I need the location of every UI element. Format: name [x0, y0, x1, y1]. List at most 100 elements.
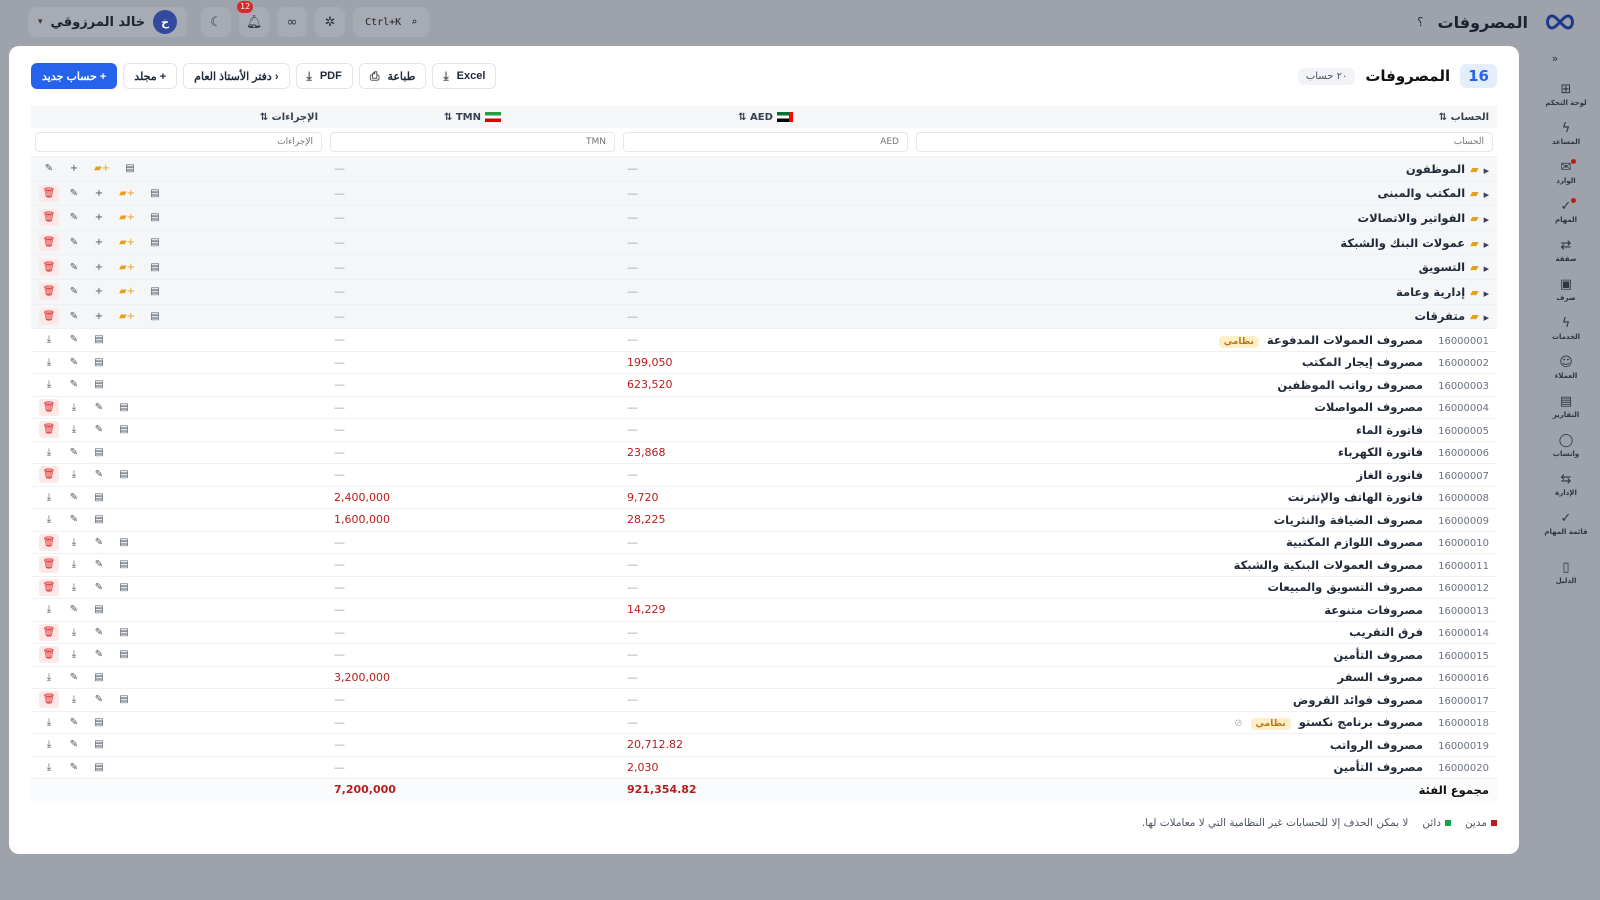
- document-icon[interactable]: ▤: [89, 489, 109, 506]
- account-name[interactable]: مصروف السفر: [1337, 670, 1423, 684]
- document-icon[interactable]: ▤: [114, 556, 134, 573]
- expand-triangle-icon[interactable]: ▶: [1484, 290, 1489, 298]
- table-row[interactable]: 16000005 فاتورة الماء — — 🗑︎ ⤓ ✎ ▤: [31, 418, 1497, 442]
- edit-icon[interactable]: ✎: [89, 421, 109, 438]
- edit-icon[interactable]: ✎: [89, 579, 109, 596]
- document-icon[interactable]: ▤: [114, 466, 134, 483]
- tmn-column-header[interactable]: TMN ⇅: [326, 106, 619, 128]
- download-icon[interactable]: ⤓: [64, 646, 84, 663]
- new-account-button[interactable]: + حساب جديد: [31, 63, 118, 89]
- sidebar-item-inbox[interactable]: ✉ الوارد: [1536, 153, 1596, 192]
- account-name[interactable]: مصروف العمولات البنكية والشبكة: [1234, 558, 1423, 572]
- add-folder-icon[interactable]: ▰+: [114, 234, 140, 251]
- document-icon[interactable]: ▤: [89, 354, 109, 371]
- add-icon[interactable]: +: [89, 234, 109, 251]
- account-name[interactable]: مصروف العمولات المدفوعة: [1267, 333, 1423, 347]
- table-row[interactable]: 16000003 مصروف رواتب الموظفين 623,520 — ⤓…: [31, 373, 1497, 397]
- aed-column-header[interactable]: AED ⇅: [619, 106, 912, 128]
- delete-icon[interactable]: 🗑︎: [39, 209, 59, 227]
- edit-icon[interactable]: ✎: [89, 646, 109, 663]
- sidebar-item-tasks[interactable]: ✓ المهام: [1536, 192, 1596, 231]
- edit-icon[interactable]: ✎: [64, 283, 84, 300]
- delete-icon[interactable]: 🗑︎: [39, 283, 59, 301]
- account-name[interactable]: مصروف رواتب الموظفين: [1277, 378, 1423, 392]
- download-icon[interactable]: ⤓: [64, 466, 84, 483]
- aed-filter-input[interactable]: [623, 132, 908, 152]
- delete-icon[interactable]: 🗑︎: [39, 691, 59, 709]
- sidebar-item-services[interactable]: ϟ الخدمات: [1536, 309, 1596, 348]
- download-icon[interactable]: ⤓: [39, 444, 59, 461]
- edit-icon[interactable]: ✎: [64, 489, 84, 506]
- group-row[interactable]: ▶ ▰ التسويق — — 🗑︎ ✎ + ▰+ ▤: [31, 254, 1497, 280]
- expand-triangle-icon[interactable]: ▶: [1484, 191, 1489, 199]
- delete-icon[interactable]: 🗑︎: [39, 623, 59, 641]
- download-icon[interactable]: ⤓: [39, 376, 59, 393]
- table-row[interactable]: 16000017 مصروف فوائد القروض — — 🗑︎ ⤓ ✎ ▤: [31, 688, 1497, 712]
- table-row[interactable]: 16000014 فرق التقريب — — 🗑︎ ⤓ ✎ ▤: [31, 621, 1497, 645]
- table-row[interactable]: 16000007 فاتورة الغاز — — 🗑︎ ⤓ ✎ ▤: [31, 463, 1497, 487]
- download-icon[interactable]: ⤓: [64, 579, 84, 596]
- download-icon[interactable]: ⤓: [39, 714, 59, 731]
- sidebar-item-reports[interactable]: ▤ التقارير: [1536, 387, 1596, 426]
- sidebar-item-assistant[interactable]: ϟ المساعد: [1536, 114, 1596, 153]
- edit-icon[interactable]: ✎: [64, 444, 84, 461]
- document-icon[interactable]: ▤: [89, 601, 109, 618]
- document-icon[interactable]: ▤: [114, 646, 134, 663]
- download-icon[interactable]: ⤓: [39, 736, 59, 753]
- edit-icon[interactable]: ✎: [64, 601, 84, 618]
- document-icon[interactable]: ▤: [89, 714, 109, 731]
- table-row[interactable]: 16000020 مصروف التأمين 2,030 — ⤓ ✎ ▤: [31, 756, 1497, 780]
- account-name[interactable]: فرق التقريب: [1349, 625, 1423, 639]
- document-icon[interactable]: ▤: [89, 736, 109, 753]
- tmn-filter-input[interactable]: [330, 132, 615, 152]
- table-row[interactable]: 16000008 فاتورة الهاتف والإنترنت 9,720 2,…: [31, 486, 1497, 510]
- document-icon[interactable]: ▤: [145, 308, 165, 325]
- table-row[interactable]: 16000019 مصروف الرواتب 20,712.82 — ⤓ ✎ ▤: [31, 733, 1497, 757]
- download-icon[interactable]: ⤓: [39, 511, 59, 528]
- download-icon[interactable]: ⤓: [64, 624, 84, 641]
- download-icon[interactable]: ⤓: [64, 556, 84, 573]
- account-name[interactable]: مصروف الرواتب: [1330, 738, 1423, 752]
- expand-triangle-icon[interactable]: ▶: [1484, 265, 1489, 273]
- edit-icon[interactable]: ✎: [64, 331, 84, 348]
- table-row[interactable]: 16000016 مصروف السفر — 3,200,000 ⤓ ✎ ▤: [31, 666, 1497, 690]
- document-icon[interactable]: ▤: [114, 421, 134, 438]
- account-name[interactable]: مصروف برنامج نكستو: [1299, 715, 1423, 729]
- download-icon[interactable]: ⤓: [39, 601, 59, 618]
- add-folder-icon[interactable]: ▰+: [114, 185, 140, 202]
- table-row[interactable]: 16000009 مصروف الضيافة والنثريات 28,225 1…: [31, 508, 1497, 532]
- link-button[interactable]: ∞: [277, 7, 308, 37]
- account-name[interactable]: مصروف فوائد القروض: [1293, 693, 1423, 707]
- add-icon[interactable]: +: [89, 209, 109, 226]
- table-row[interactable]: 16000013 مصروفات متنوعة 14,229 — ⤓ ✎ ▤: [31, 598, 1497, 622]
- table-row[interactable]: 16000001 مصروف العمولات المدفوعة نظامي — —…: [31, 328, 1497, 352]
- edit-icon[interactable]: ✎: [64, 376, 84, 393]
- delete-icon[interactable]: 🗑︎: [39, 533, 59, 551]
- sidebar-item-exchange[interactable]: ▣ صرف: [1536, 270, 1596, 309]
- edit-icon[interactable]: ✎: [64, 511, 84, 528]
- edit-icon[interactable]: ✎: [64, 308, 84, 325]
- account-name[interactable]: فاتورة الغاز: [1357, 468, 1423, 482]
- document-icon[interactable]: ▤: [145, 209, 165, 226]
- edit-icon[interactable]: ✎: [64, 736, 84, 753]
- delete-icon[interactable]: 🗑︎: [39, 307, 59, 325]
- delete-icon[interactable]: 🗑︎: [39, 398, 59, 416]
- delete-icon[interactable]: 🗑︎: [39, 234, 59, 252]
- account-filter-input[interactable]: [916, 132, 1493, 152]
- download-icon[interactable]: ⤓: [64, 691, 84, 708]
- add-icon[interactable]: +: [89, 283, 109, 300]
- add-folder-icon[interactable]: ▰+: [114, 259, 140, 276]
- download-icon[interactable]: ⤓: [39, 759, 59, 776]
- add-icon[interactable]: +: [64, 160, 84, 177]
- edit-icon[interactable]: ✎: [64, 209, 84, 226]
- account-name[interactable]: مصروف التأمين: [1333, 760, 1423, 774]
- edit-icon[interactable]: ✎: [64, 185, 84, 202]
- group-row[interactable]: ▶ ▰ عمولات البنك والشبكة — — 🗑︎ ✎ + ▰+ ▤: [31, 230, 1497, 256]
- sidebar-item-dashboard[interactable]: ⊞ لوحة التحكم: [1536, 75, 1596, 114]
- edit-icon[interactable]: ✎: [89, 691, 109, 708]
- account-name[interactable]: مصروف إيجار المكتب: [1302, 355, 1423, 369]
- account-name[interactable]: مصروف الضيافة والنثريات: [1274, 513, 1423, 527]
- document-icon[interactable]: ▤: [114, 579, 134, 596]
- edit-icon[interactable]: ✎: [64, 714, 84, 731]
- theme-toggle-button[interactable]: ☾: [201, 7, 232, 37]
